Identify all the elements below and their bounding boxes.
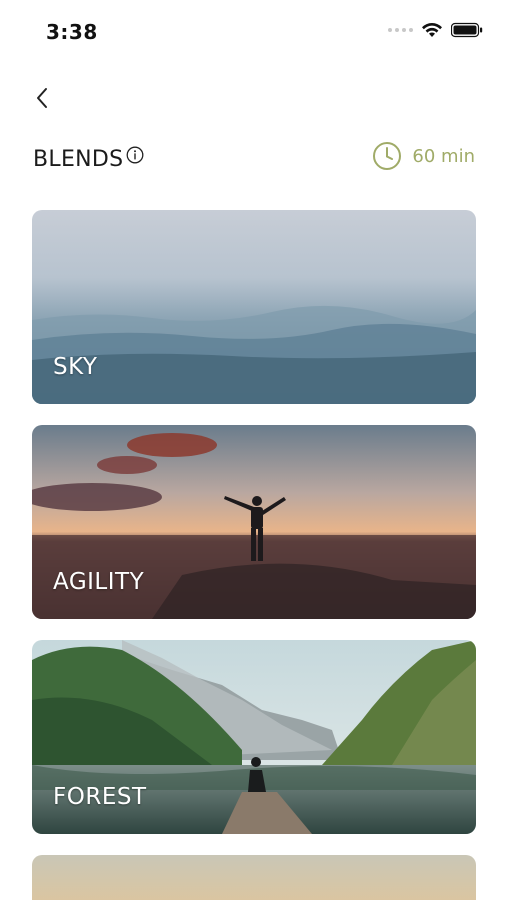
battery-icon bbox=[451, 22, 483, 38]
duration-indicator: 60 min bbox=[372, 141, 475, 171]
blend-card-forest[interactable]: FOREST bbox=[32, 640, 476, 834]
blend-label: AGILITY bbox=[53, 569, 145, 595]
blend-card-next[interactable] bbox=[32, 855, 476, 900]
cellular-signal-icon bbox=[388, 28, 413, 32]
blend-label: SKY bbox=[53, 354, 98, 380]
info-icon[interactable] bbox=[126, 146, 144, 164]
wifi-icon bbox=[422, 22, 442, 37]
blends-screen: 3:38 BLENDS 60 min SKY AGILITY FOREST bbox=[0, 0, 507, 900]
status-indicators bbox=[388, 22, 483, 38]
chevron-left-icon bbox=[37, 88, 47, 108]
duration-label: 60 min bbox=[412, 145, 475, 167]
next-blend-image bbox=[32, 855, 476, 900]
blend-card-sky[interactable]: SKY bbox=[32, 210, 476, 404]
blend-card-agility[interactable]: AGILITY bbox=[32, 425, 476, 619]
page-title: BLENDS bbox=[33, 147, 124, 172]
status-time: 3:38 bbox=[46, 20, 98, 44]
clock-icon bbox=[373, 142, 402, 170]
back-button[interactable] bbox=[28, 84, 56, 112]
blend-label: FOREST bbox=[53, 784, 147, 810]
status-bar: 3:38 bbox=[0, 0, 507, 60]
sky-image bbox=[32, 210, 476, 404]
